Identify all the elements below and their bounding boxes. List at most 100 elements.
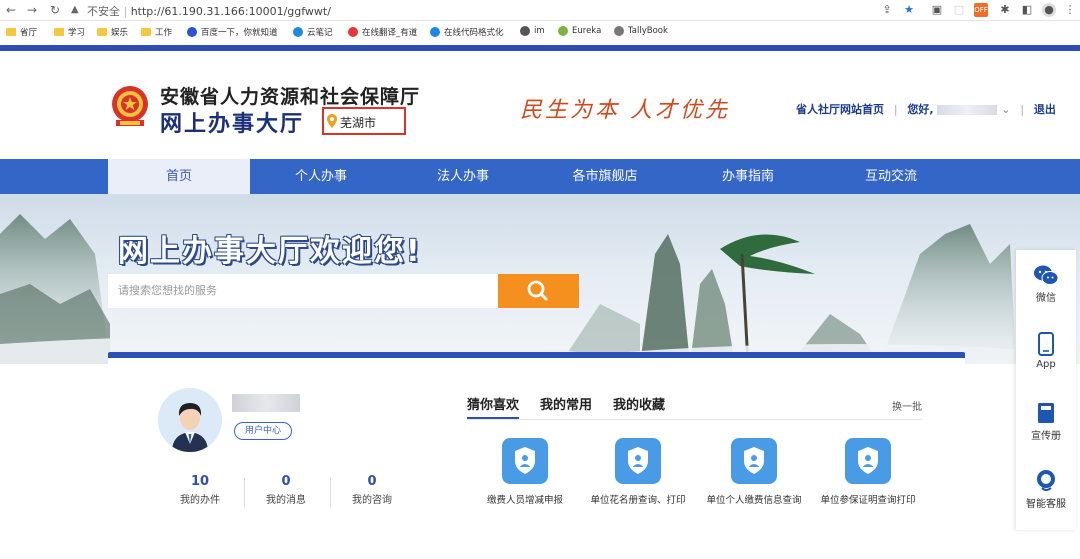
share-icon[interactable]: ⇪	[880, 3, 894, 17]
back-arrow-icon[interactable]: ←	[6, 3, 16, 17]
puzzle-icon[interactable]: ✱	[998, 3, 1012, 17]
shield-user-icon	[845, 438, 891, 484]
customer-service-entry[interactable]: 智能客服	[1016, 468, 1076, 510]
side-float-panel: 微信 App 宣传册 智能客服	[1016, 250, 1076, 530]
stat-label: 我的办件	[180, 495, 220, 506]
folder-icon	[54, 28, 64, 36]
reload-icon[interactable]: ↻	[50, 3, 60, 17]
stat-label: 我的咨询	[352, 495, 392, 506]
app-entry[interactable]: App	[1016, 332, 1076, 370]
stat-my-messages[interactable]: 0 我的消息	[246, 474, 326, 506]
bookmark-label: 学习	[68, 28, 86, 38]
service-search-input[interactable]: 请搜索您想找的服务	[108, 274, 498, 308]
nav-item[interactable]: 个人办事	[250, 159, 392, 194]
bookmark-item[interactable]: 百度一下，你就知道	[187, 26, 278, 38]
service-label: 单位参保证明查询打印	[820, 495, 916, 506]
city-selector[interactable]: 芜湖市	[322, 107, 406, 135]
wechat-label: 微信	[1036, 293, 1056, 304]
bookmark-label: 娱乐	[111, 28, 129, 38]
service-item[interactable]: 缴费人员增减申报	[465, 438, 585, 506]
service-item[interactable]: 单位花名册查询、打印	[578, 438, 698, 506]
logout-link[interactable]: 退出	[1034, 103, 1056, 116]
stat-value: 0	[367, 474, 377, 489]
divider	[244, 478, 245, 508]
cloud-note-icon	[293, 27, 303, 37]
bookmark-label: 云笔记	[307, 28, 333, 38]
leaf-icon	[558, 26, 568, 36]
user-center-button[interactable]: 用户中心	[234, 422, 292, 440]
bookmark-label: 省厅	[20, 28, 38, 38]
chevron-down-icon[interactable]: ⌄	[1001, 103, 1010, 116]
nav-item[interactable]: 法人办事	[392, 159, 534, 194]
search-icon	[527, 280, 548, 301]
security-label: 不安全	[87, 5, 120, 18]
phone-icon	[1038, 332, 1054, 356]
username-blurred	[232, 394, 300, 412]
divider	[330, 478, 331, 508]
tab-guess-you-like[interactable]: 猜你喜欢	[467, 394, 519, 413]
tab-my-favorites[interactable]: 我的收藏	[613, 394, 665, 413]
bookmark-label: TallyBook	[628, 26, 668, 36]
service-item[interactable]: 单位个人缴费信息查询	[694, 438, 814, 506]
bookmark-item[interactable]: 省厅	[6, 26, 37, 38]
stat-label: 我的消息	[266, 495, 306, 506]
wechat-entry[interactable]: 微信	[1016, 264, 1076, 304]
bookmark-item[interactable]: 云笔记	[293, 26, 333, 38]
service-label: 缴费人员增减申报	[486, 495, 563, 506]
shield-user-icon	[502, 438, 548, 484]
bookmark-label: im	[534, 26, 545, 36]
folder-icon	[141, 28, 151, 36]
username-blurred	[937, 105, 998, 115]
stat-my-consultations[interactable]: 0 我的咨询	[332, 474, 412, 506]
menu-dots-icon[interactable]: ⋮	[1063, 3, 1077, 17]
stat-value: 10	[190, 474, 210, 489]
tab-my-frequent[interactable]: 我的常用	[540, 394, 592, 413]
search-button[interactable]	[498, 274, 579, 308]
bookmark-label: 在线代码格式化	[444, 28, 504, 38]
profile-icon[interactable]: ●	[1042, 3, 1056, 17]
welcome-heading: 网上办事大厅欢迎您!	[118, 234, 422, 269]
brochure-entry[interactable]: 宣传册	[1016, 402, 1076, 442]
book-icon	[614, 26, 624, 36]
sidebar-toggle-icon[interactable]: ◧	[1020, 3, 1034, 17]
nav-item[interactable]: 首页	[108, 159, 250, 194]
forward-arrow-icon[interactable]: →	[27, 3, 37, 17]
nav-item[interactable]: 办事指南	[677, 159, 819, 194]
greeting-text: 您好,	[907, 103, 934, 116]
stat-value: 0	[281, 474, 291, 489]
star-icon[interactable]: ★	[902, 3, 916, 17]
nav-item[interactable]: 各市旗舰店	[534, 159, 676, 194]
globe-icon	[520, 26, 530, 36]
wechat-icon	[1034, 265, 1059, 285]
location-pin-icon	[327, 114, 337, 128]
bookmark-item[interactable]: 在线代码格式化	[430, 26, 504, 38]
bookmark-label: 在线翻译_有道	[362, 28, 418, 38]
service-item[interactable]: 单位参保证明查询打印	[808, 438, 928, 506]
provincial-home-link[interactable]: 省人社厅网站首页	[796, 103, 884, 116]
stat-my-cases[interactable]: 10 我的办件	[160, 474, 240, 506]
active-tab-indicator	[467, 417, 519, 419]
bookmark-item[interactable]: Eureka	[558, 26, 601, 36]
org-title: 安徽省人力资源和社会保障厅	[160, 86, 421, 108]
warning-icon[interactable]: ▲	[71, 4, 79, 15]
shield-user-icon	[615, 438, 661, 484]
url-field[interactable]: 不安全 | http://61.190.31.166:10001/ggfwwt/	[87, 3, 331, 19]
avatar[interactable]	[158, 388, 222, 452]
off-extension-icon[interactable]: OFF	[974, 3, 988, 17]
extension-icon[interactable]: ▣	[930, 3, 944, 17]
bookmarks-bar: 省厅 学习 娱乐 工作 百度一下，你就知道 云笔记 在线翻译_有道 在线代码格式化 im Eure…	[0, 21, 1080, 43]
youdao-icon	[348, 27, 358, 37]
bookmark-item[interactable]: 在线翻译_有道	[348, 26, 417, 38]
bookmark-item[interactable]: 娱乐	[97, 26, 128, 38]
shield-user-icon	[731, 438, 777, 484]
bookmark-item[interactable]: TallyBook	[614, 26, 668, 36]
app-label: App	[1036, 359, 1056, 370]
national-emblem-icon	[112, 86, 148, 126]
bookmark-item[interactable]: 学习	[54, 26, 85, 38]
bookmark-item[interactable]: 工作	[141, 26, 172, 38]
service-label: 单位花名册查询、打印	[590, 495, 686, 506]
nav-item[interactable]: 互动交流	[820, 159, 962, 194]
bookmark-item[interactable]: im	[520, 26, 545, 36]
refresh-batch-link[interactable]: 换一批	[892, 398, 922, 413]
extension-blank-icon[interactable]: □	[952, 3, 966, 17]
